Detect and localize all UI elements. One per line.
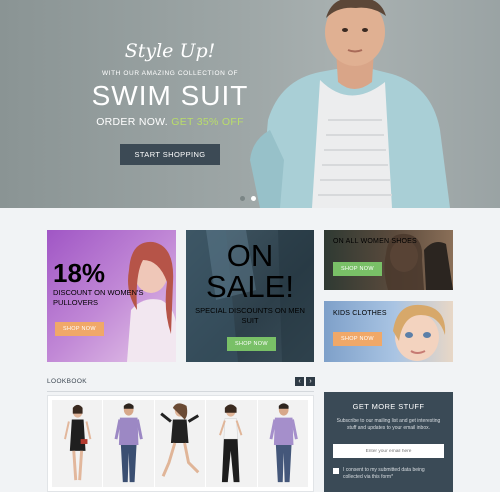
slider-dot-1[interactable] [240,196,245,201]
start-shopping-button[interactable]: START SHOPPING [120,144,220,165]
lookbook-item[interactable] [257,400,309,487]
chevron-left-icon[interactable]: ‹ [295,377,304,386]
lookbook-model-woman-black-pants [219,404,243,483]
promo-sale-line2: SALE! [206,269,294,304]
shop-now-button-men-suit[interactable]: SHOP NOW [227,337,276,351]
lookbook-model-man-purple-shirt-2 [269,403,298,483]
slider-dot-2[interactable] [251,196,256,201]
hero-script-title: Style Up! [124,40,216,62]
consent-text: I consent to my submitted data being col… [343,467,425,480]
hero-order-highlight: GET 35% OFF [171,116,244,128]
promo-women-shoes[interactable]: ON ALL WOMEN SHOES SHOP NOW [324,230,453,290]
promo-pullovers[interactable]: 18% DISCOUNT ON WOMEN'S PULLOVERS SHOP N… [47,230,176,362]
hero-order-line: ORDER NOW. GET 35% OFF [80,116,260,128]
shop-now-button-kids[interactable]: SHOP NOW [333,332,382,346]
newsletter-consent: I consent to my submitted data being col… [333,467,438,481]
consent-checkbox[interactable] [333,468,339,474]
promo-kids-image [393,304,446,361]
promo-women-text: ON ALL WOMEN SHOES [333,238,417,245]
newsletter-panel: GET MORE STUFF Subscribe to our mailing … [324,392,453,492]
newsletter-title: GET MORE STUFF [352,402,425,411]
chevron-right-icon[interactable]: › [306,377,315,386]
lookbook-nav: ‹ › [295,377,315,386]
shop-now-button-pullovers[interactable]: SHOP NOW [55,322,104,336]
lookbook-model-woman-black-dress [64,404,92,481]
promo-sale-text: SPECIAL DISCOUNTS ON MEN SUIT [195,306,305,325]
lookbook-carousel [47,395,314,492]
promo-kids-text: KIDS CLOTHES [333,310,387,317]
hero-text-block: Style Up! WITH OUR AMAZING COLLECTION OF… [80,40,260,165]
lookbook-model-man-purple-shirt [114,403,144,483]
promo-sale-line1: ON [226,238,274,273]
hero-subtitle: WITH OUR AMAZING COLLECTION OF [101,70,239,77]
lookbook-divider [47,391,314,392]
lookbook-item[interactable] [52,400,103,487]
hero-model-image [250,0,450,208]
promo-men-suit[interactable]: ON SALE! SPECIAL DISCOUNTS ON MEN SUIT S… [186,230,314,362]
newsletter-description: Subscribe to our mailing list and get in… [336,418,441,431]
promo-kids-clothes[interactable]: KIDS CLOTHES SHOP NOW [324,301,453,362]
newsletter-email-input[interactable] [333,444,444,458]
lookbook-item[interactable] [154,400,206,487]
lookbook-model-woman-jumping [160,403,200,477]
shop-now-button-women-shoes[interactable]: SHOP NOW [333,262,382,276]
hero-title: SWIM SUIT [91,80,249,111]
lookbook-title: LOOKBOOK [47,378,88,385]
hero-banner: Style Up! WITH OUR AMAZING COLLECTION OF… [0,0,500,208]
hero-order-prefix: ORDER NOW. [96,116,169,128]
promo-percent-text: DISCOUNT ON WOMEN'S PULLOVERS [53,288,144,307]
hero-slider-dots [240,196,256,201]
lookbook-item[interactable] [103,400,154,487]
promo-percent-value: 18% [53,258,106,288]
lookbook-item[interactable] [206,400,257,487]
